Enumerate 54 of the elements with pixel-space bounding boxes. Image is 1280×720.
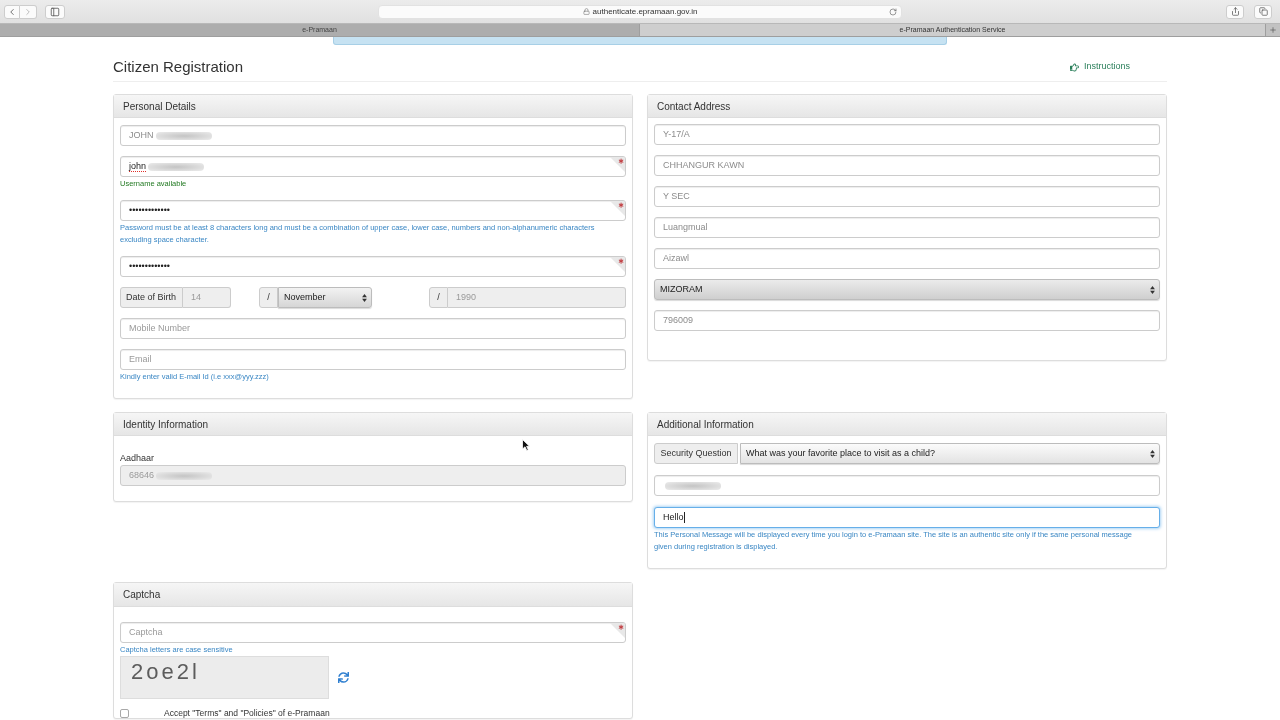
chevron-right-icon (23, 6, 33, 17)
panel-heading: Additional Information (648, 413, 1166, 436)
input-field[interactable]: Captcha (120, 622, 626, 643)
checkbox[interactable] (120, 708, 129, 718)
instructions-link[interactable]: Instructions (1069, 60, 1130, 74)
select-arrows-icon (1150, 449, 1155, 458)
separator-label: / (429, 287, 448, 308)
dropdown-select[interactable]: MIZORAM (654, 279, 1160, 300)
input-field[interactable]: Y-17/A (654, 124, 1160, 145)
input-field[interactable] (654, 475, 1160, 496)
input-group-label: Security Question (654, 443, 738, 464)
panel-heading: Captcha (114, 583, 632, 607)
input-field[interactable]: ••••••••••••• (120, 200, 626, 221)
share-button[interactable] (1226, 4, 1244, 19)
input-group-label: Date of Birth (120, 287, 183, 308)
reload-icon[interactable] (889, 7, 897, 16)
page-title: Citizen Registration (113, 58, 244, 76)
chevron-left-icon (7, 6, 17, 17)
captcha-image: 2oe2l (120, 656, 329, 699)
select-arrows-icon (362, 293, 367, 302)
panel-heading: Personal Details (114, 95, 632, 118)
dropdown-select[interactable]: November (278, 287, 372, 308)
input-field[interactable]: JOHN (120, 125, 626, 146)
input-field[interactable]: Mobile Number (120, 318, 626, 339)
lock-icon (582, 8, 590, 15)
forward-button[interactable] (20, 4, 37, 19)
tabs-icon (1258, 7, 1268, 16)
input-field[interactable]: CHHANGUR KAWN (654, 155, 1160, 176)
input-field[interactable]: Hello (654, 507, 1160, 528)
plus-icon (1269, 26, 1277, 34)
back-button[interactable] (4, 4, 20, 19)
panel-heading: Identity Information (114, 413, 632, 436)
sidebar-button[interactable] (45, 4, 65, 19)
share-icon (1230, 7, 1240, 16)
input-field[interactable]: Aizawl (654, 248, 1160, 269)
panel-heading: Contact Address (648, 95, 1166, 118)
mouse-pointer-icon (522, 439, 530, 451)
sidebar-icon (50, 6, 60, 17)
input-field[interactable]: Email (120, 349, 626, 370)
new-tab-button[interactable] (1266, 24, 1280, 36)
input-field[interactable]: Luangmual (654, 217, 1160, 238)
separator-label: / (259, 287, 278, 308)
hand-pointing-icon (1069, 62, 1079, 72)
select-arrows-icon (1150, 285, 1155, 294)
tab-overview-button[interactable] (1254, 4, 1272, 19)
input-field[interactable]: john (120, 156, 626, 177)
refresh-icon[interactable] (338, 672, 349, 683)
address-bar[interactable]: authenticate.epramaan.gov.in (378, 4, 902, 19)
input-field[interactable]: 796009 (654, 310, 1160, 331)
field-label: Aadhaar (120, 452, 156, 464)
input-field[interactable]: ••••••••••••• (120, 256, 626, 277)
dropdown-select[interactable]: What was your favorite place to visit as a child? (740, 443, 1160, 464)
checkbox-label: Accept "Terms" and "Policies" of e-Pramaan (164, 708, 330, 718)
input-field[interactable]: Y SEC (654, 186, 1160, 207)
